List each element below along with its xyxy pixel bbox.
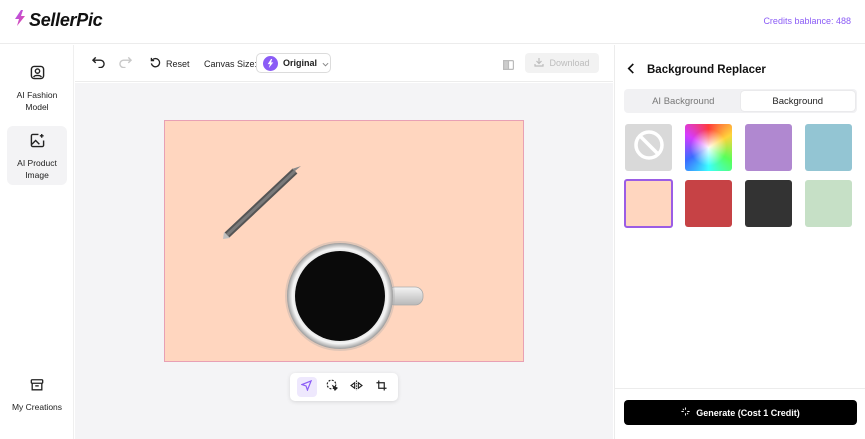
panel-divider: [615, 388, 865, 389]
canvas-size-value: Original: [283, 58, 318, 68]
pointer-tool[interactable]: [296, 377, 317, 397]
flip-tool[interactable]: [347, 377, 367, 397]
no-background-icon: [633, 129, 665, 166]
sidebar-item-my-creations[interactable]: My Creations: [7, 378, 67, 418]
chevron-down-icon: [322, 54, 329, 72]
swatch-red[interactable]: [685, 180, 732, 227]
rainbow-highlight: [685, 124, 732, 171]
redo-icon: [119, 56, 133, 70]
sidebar-item-label: AI Product Image: [17, 158, 57, 180]
swatch-mint[interactable]: [805, 180, 852, 227]
bolt-badge-icon: [263, 55, 278, 71]
download-label: Download: [549, 58, 590, 68]
top-header: SellerPic Credits bablance: 488: [0, 0, 865, 44]
swatch-rainbow[interactable]: [685, 124, 732, 171]
image-sparkle-icon: [30, 133, 45, 153]
reset-label: Reset: [166, 58, 190, 69]
generate-label: Generate (Cost 1 Credit): [696, 407, 800, 418]
canvas-size-label: Canvas Size:: [204, 59, 258, 69]
bolt-logo-icon: [14, 10, 26, 31]
sidebar-item-ai-fashion-model[interactable]: AI Fashion Model: [7, 65, 67, 117]
canvas-size-select[interactable]: Original: [256, 53, 331, 73]
canvas-area: [75, 83, 613, 439]
product-canvas[interactable]: [164, 120, 524, 362]
app-root: SellerPic Credits bablance: 488 AI Fashi…: [0, 0, 865, 439]
panel-header: Background Replacer: [627, 61, 766, 79]
product-image: [223, 166, 424, 351]
left-sidebar: AI Fashion Model AI Product Image My Creat…: [0, 45, 74, 439]
sidebar-item-label: My Creations: [11, 402, 63, 412]
download-button[interactable]: Download: [525, 53, 599, 73]
lasso-select-icon: [326, 378, 338, 396]
pointer-icon: [300, 378, 313, 396]
logo[interactable]: SellerPic: [14, 10, 103, 31]
person-frame-icon: [30, 65, 45, 85]
generate-button[interactable]: Generate (Cost 1 Credit): [624, 400, 857, 425]
compare-button[interactable]: [503, 57, 515, 75]
swatch-light-blue[interactable]: [805, 124, 852, 171]
download-icon: [534, 57, 545, 69]
pencil-shape: [223, 166, 301, 239]
background-replacer-panel: Background Replacer AI Background Backgr…: [614, 45, 865, 439]
canvas-tools: [290, 373, 398, 401]
tab-background[interactable]: Background: [740, 91, 855, 111]
sparkle-icon: [681, 407, 690, 418]
swatch-peach[interactable]: [624, 179, 673, 228]
undo-button[interactable]: [91, 56, 105, 70]
credits-balance: Credits bablance: 488: [763, 16, 851, 26]
back-arrow-icon[interactable]: [627, 61, 635, 79]
sidebar-item-ai-product-image[interactable]: AI Product Image: [7, 126, 67, 185]
reset-button[interactable]: Reset: [150, 57, 190, 70]
app-name: SellerPic: [29, 10, 103, 30]
archive-box-icon: [30, 378, 44, 397]
lasso-select-tool[interactable]: [322, 377, 342, 397]
swatch-purple[interactable]: [745, 124, 792, 171]
flip-icon: [350, 378, 363, 396]
tab-ai-background[interactable]: AI Background: [626, 91, 741, 111]
sidebar-item-label: AI Fashion Model: [16, 90, 58, 112]
panel-title: Background Replacer: [647, 64, 766, 76]
reset-icon: [150, 57, 161, 70]
redo-button[interactable]: [119, 56, 133, 70]
split-view-icon: [503, 57, 515, 74]
crop-icon: [376, 378, 387, 396]
swatch-none[interactable]: [625, 124, 672, 171]
editor-toolbar: Reset Canvas Size: Original Download: [75, 45, 613, 82]
crop-tool[interactable]: [372, 377, 392, 397]
swatch-dark-gray[interactable]: [745, 180, 792, 227]
background-tabs: AI Background Background: [624, 89, 857, 113]
undo-icon: [91, 56, 105, 70]
